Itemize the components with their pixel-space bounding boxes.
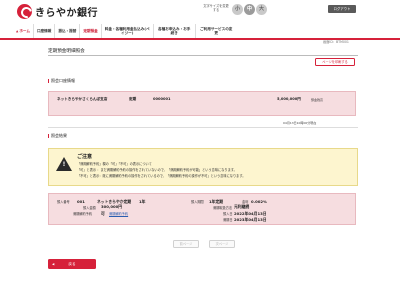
nav-item-service-change[interactable]: ご利用サービスの変更: [194, 24, 237, 38]
nav-item-transfer[interactable]: 振込・振替: [54, 24, 79, 38]
amount-label: 預入金額: [83, 206, 96, 210]
deposit-date-label: 預入日: [223, 212, 233, 216]
page-title: 定期預金明細照会: [48, 49, 85, 54]
result-section-title: 照会結果: [48, 133, 67, 139]
deposit-no-label: 預入番号: [57, 200, 70, 204]
font-size-small-button[interactable]: 小: [232, 4, 243, 15]
screen-id: 画面ID：BTM001: [323, 40, 349, 44]
account-holder: ネットきらやかさくらんぼ支店: [57, 97, 108, 101]
interest-rate: 0.002%: [251, 198, 267, 204]
main-nav: ホーム 口座情報 振込・振替 定期預金 料金・各種利用金払込み(ペイジー) 各種…: [13, 24, 285, 38]
nav-item-account-info[interactable]: 口座情報: [33, 24, 54, 38]
nav-item-home[interactable]: ホーム: [13, 24, 33, 38]
nav-item-payeasy[interactable]: 料金・各種利用金払込み(ペイジー): [100, 24, 153, 38]
font-size-label: 文字サイズを変更する: [203, 4, 229, 12]
back-button[interactable]: 戻る: [48, 259, 96, 269]
account-section-title: 照会口座情報: [48, 78, 75, 84]
section-divider: [48, 127, 358, 128]
next-page-button[interactable]: 次ページ: [209, 240, 235, 248]
notice-line: 「満期解約予約」欄の「可」「不可」の表示について: [77, 162, 152, 166]
header: きらやか銀行 文字サイズを変更する 小 中 大 ログアウト: [0, 0, 400, 26]
logout-button[interactable]: ログアウト: [328, 5, 356, 13]
balance-note: 預金残高: [311, 97, 324, 102]
reservation-status: 可: [101, 210, 105, 216]
title-divider: [48, 55, 358, 56]
maturity-date: 2023年04月13日: [234, 216, 267, 222]
font-size-medium-button[interactable]: 中: [244, 4, 255, 15]
deposit-amount: 300,000円: [101, 204, 123, 209]
account-number: 0000001: [153, 97, 171, 101]
maturity-date-label: 満期日: [223, 218, 233, 222]
maturity-method-label: 満期取扱方法: [213, 206, 233, 210]
term-label: 預入期間: [191, 200, 204, 204]
as-of-timestamp: 04月13日10時00分現在: [283, 121, 317, 125]
bank-logo-icon: [17, 4, 32, 19]
notice-line: 「不可」と表示：既に満期解約予約の操作をされているので、「満期解約予約の操作が不…: [77, 174, 246, 178]
deposit-term: 1年: [139, 198, 146, 204]
warning-icon-mark: !: [62, 161, 66, 168]
reservation-link[interactable]: 満期解約予約: [109, 211, 128, 216]
bank-name: きらやか銀行: [35, 8, 98, 19]
deposit-detail-panel: 預入番号 001 ネットきらやか定期 1年 預入金額 300,000円 満期解約…: [48, 193, 356, 225]
account-balance: 5,000,000円: [277, 97, 301, 101]
maturity-method: 元利継続: [234, 204, 250, 209]
prev-page-button[interactable]: 前ページ: [173, 240, 199, 248]
account-type: 定期: [129, 97, 137, 101]
print-page-button[interactable]: ページを印刷する: [315, 58, 355, 66]
notice-panel: ! ご注意 「満期解約予約」欄の「可」「不可」の表示について 「可」と表示 ：ま…: [48, 148, 358, 186]
nav-item-time-deposit[interactable]: 定期預金: [79, 24, 100, 38]
font-size-large-button[interactable]: 大: [256, 4, 267, 15]
notice-line: 「可」と表示 ：まだ満期解約予約の操作をされていないので、「満期解約予約が可能」…: [77, 168, 237, 172]
reservation-label: 満期解約予約: [73, 212, 93, 216]
nav-item-applications[interactable]: 各種お申込み・お手続き: [152, 24, 195, 38]
account-info-panel: ネットきらやかさくらんぼ支店 定期 0000001 5,000,000円 預金残…: [48, 91, 356, 116]
deposit-no: 001: [77, 198, 85, 204]
notice-title: ご注意: [77, 154, 93, 160]
term-value: 1年定期: [209, 198, 224, 204]
